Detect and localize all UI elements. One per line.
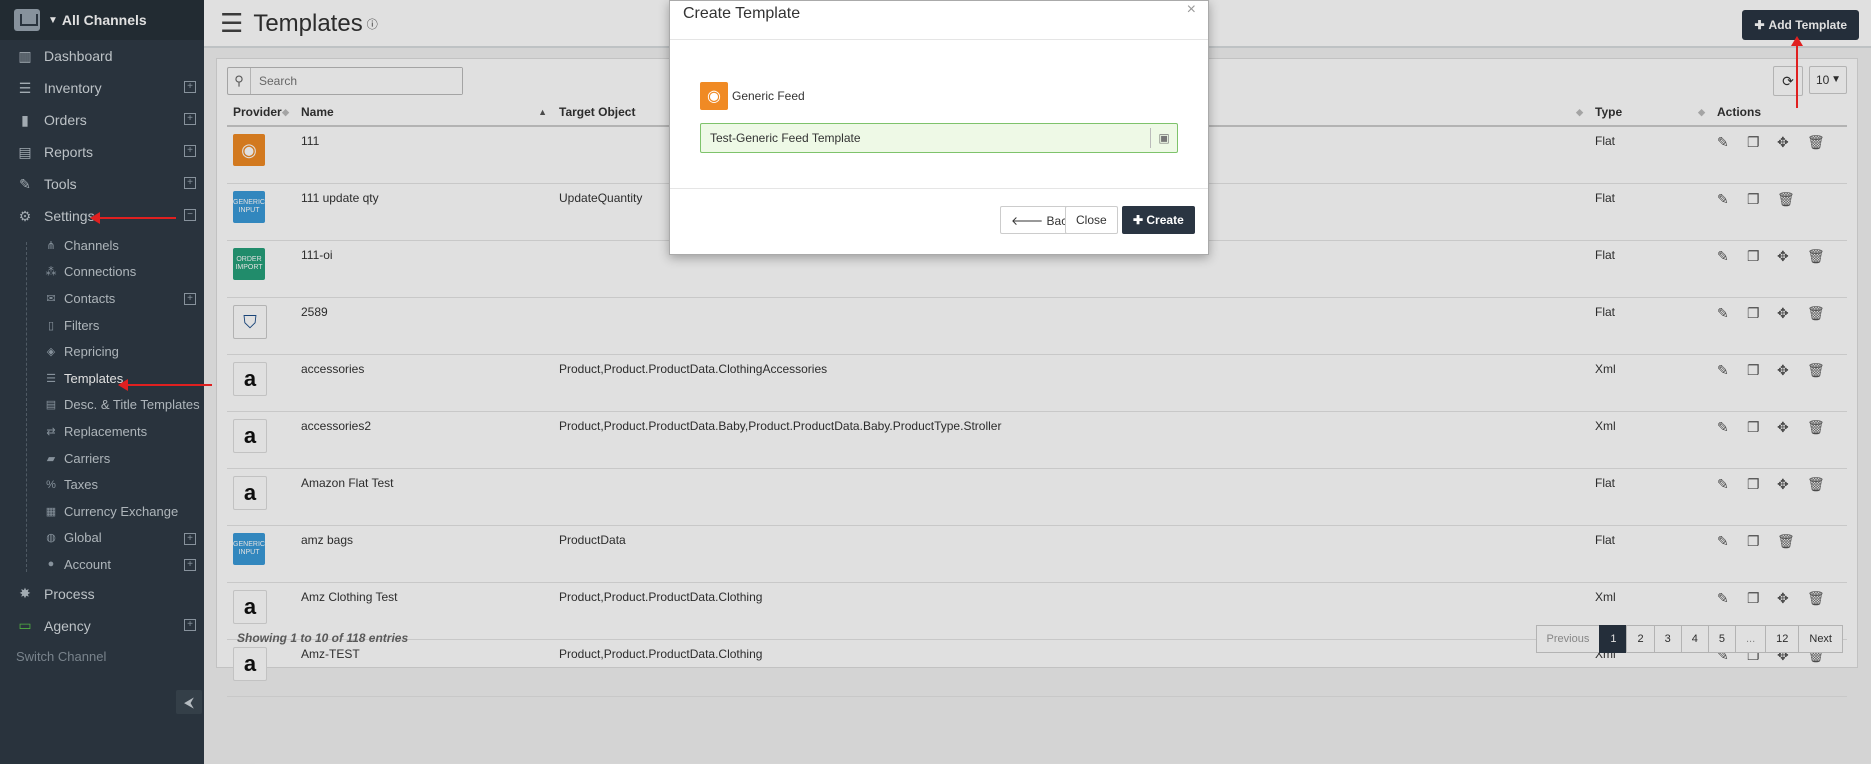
modal-close-icon[interactable]: × — [1187, 1, 1196, 19]
create-template-modal: Create Template × ◉ Generic Feed ▣ 🡐 Bac… — [669, 0, 1209, 255]
annotation-arrow-settings — [90, 212, 176, 224]
modal-footer: 🡐 Back Close ✚ Create — [670, 189, 1208, 253]
briefcase-icon[interactable]: ▣ — [1150, 128, 1177, 148]
close-label: Close — [1076, 213, 1107, 227]
template-name-field: ▣ — [700, 123, 1178, 153]
selected-provider: ◉ Generic Feed — [700, 82, 805, 110]
modal-title: Create Template — [683, 5, 801, 22]
create-button[interactable]: ✚ Create — [1122, 206, 1195, 234]
annotation-arrow-add-template — [1791, 36, 1803, 108]
annotation-arrow-templates — [118, 379, 212, 391]
modal-body: ◉ Generic Feed ▣ — [670, 40, 1208, 189]
close-button[interactable]: Close — [1065, 206, 1118, 234]
rss-feed-icon: ◉ — [700, 82, 728, 110]
template-name-input[interactable] — [701, 130, 1150, 146]
arrow-left-icon: 🡐 — [1011, 213, 1047, 228]
create-label: Create — [1146, 213, 1184, 227]
modal-header: Create Template × — [670, 1, 1208, 40]
provider-label: Generic Feed — [732, 89, 805, 103]
plus-icon: ✚ — [1133, 213, 1147, 227]
